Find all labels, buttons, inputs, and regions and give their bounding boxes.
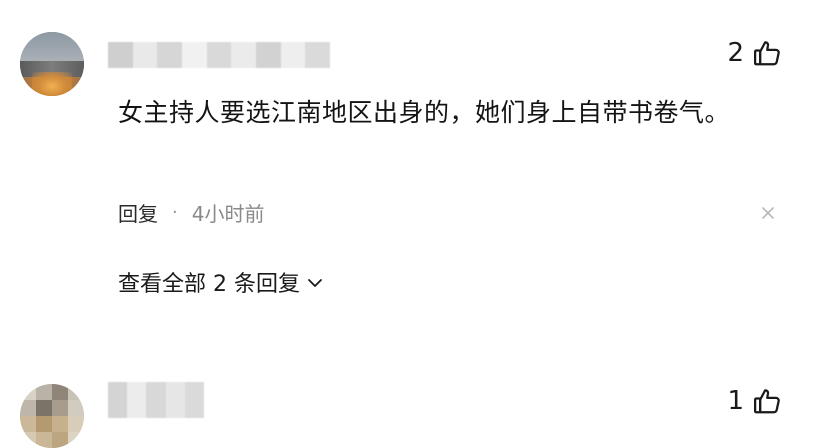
like-button[interactable]: 2 (727, 38, 782, 68)
avatar[interactable] (20, 32, 84, 96)
username-blurred[interactable] (108, 42, 331, 68)
chevron-down-icon (308, 279, 322, 287)
comment-text: 女主持人要选江南地区出身的，她们身上自带书卷气。 (118, 98, 731, 127)
reply-button[interactable]: 回复 (118, 198, 158, 227)
username-blurred[interactable] (108, 382, 205, 418)
thumbs-up-icon (754, 41, 780, 66)
like-count: 2 (727, 38, 744, 68)
meta-separator: · (172, 202, 178, 223)
avatar[interactable] (20, 384, 84, 448)
close-icon[interactable] (760, 205, 776, 221)
thumbs-up-icon (754, 389, 780, 414)
comment-item: 1 (0, 330, 838, 448)
view-replies-label: 查看全部 2 条回复 (118, 272, 300, 297)
comment-item: 2 女主持人要选江南地区出身的，她们身上自带书卷气。 回复 · 4小时前 查看全… (0, 0, 838, 330)
comment-time: 4小时前 (191, 202, 265, 226)
like-count: 1 (727, 386, 744, 416)
like-button[interactable]: 1 (727, 386, 782, 416)
comment-meta: 回复 · 4小时前 (118, 198, 264, 227)
view-all-replies-button[interactable]: 查看全部 2 条回复 (118, 266, 324, 298)
